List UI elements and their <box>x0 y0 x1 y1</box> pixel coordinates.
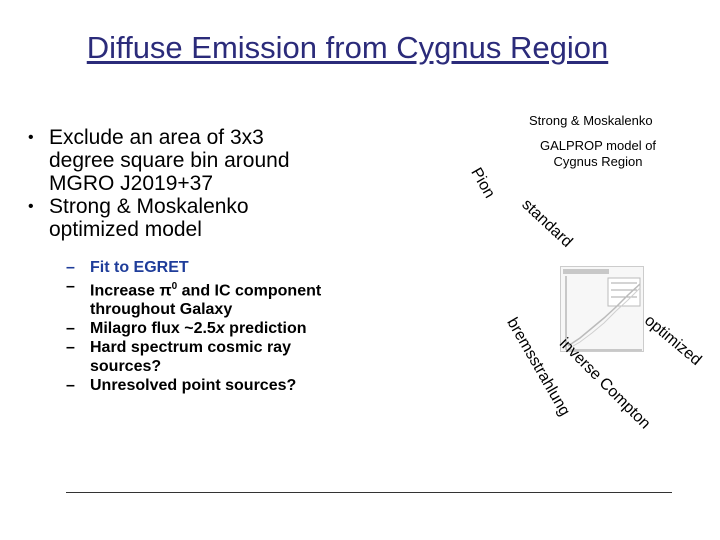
sub-bullet-text: Milagro flux ~2.5 <box>90 320 216 338</box>
sub-bullet-text: Fit to EGRET <box>90 259 189 276</box>
dash-icon: – <box>66 320 75 338</box>
sub-bullet-item: – Fit to EGRET <box>66 258 336 277</box>
sub-bullet-text: Increase π <box>90 282 172 300</box>
dash-icon: – <box>66 259 75 276</box>
italic-x: x <box>215 320 225 338</box>
bullet-dot-icon: • <box>28 198 34 215</box>
sub-bullet-item: – Hard spectrum cosmic ray sources? <box>66 338 336 376</box>
bullet-text: Exclude an area of 3x3 degree square bin… <box>49 126 290 195</box>
label-optimized: optimized <box>641 312 705 370</box>
sub-bullet-item: – Milagro flux ~2.5x prediction <box>66 319 336 338</box>
bullet-item: • Strong & Moskalenko optimized model <box>24 195 324 241</box>
dash-icon: – <box>66 339 75 357</box>
bullet-dot-icon: • <box>28 129 34 146</box>
bullet-text: Strong & Moskalenko optimized model <box>49 195 249 241</box>
bullet-list: • Exclude an area of 3x3 degree square b… <box>24 126 324 241</box>
label-standard: standard <box>518 196 576 251</box>
sub-bullet-item: – Increase π0 and IC component throughou… <box>66 277 336 319</box>
figure-caption: GALPROP model of Cygnus Region <box>539 138 657 169</box>
sub-bullet-text: Hard spectrum cosmic ray sources? <box>90 339 291 376</box>
sub-bullet-list: – Fit to EGRET – Increase π0 and IC comp… <box>66 258 336 395</box>
bullet-item: • Exclude an area of 3x3 degree square b… <box>24 126 324 195</box>
dash-icon: – <box>66 377 75 395</box>
slide-title: Diffuse Emission from Cygnus Region <box>86 30 609 65</box>
sub-bullet-item: – Unresolved point sources? <box>66 376 336 395</box>
sub-bullet-text: prediction <box>224 320 307 338</box>
label-pion: Pion <box>467 165 499 202</box>
figure-reference: Strong & Moskalenko <box>529 113 653 128</box>
sub-bullet-text: Unresolved point sources? <box>90 377 297 395</box>
dash-icon: – <box>66 278 75 295</box>
footer-divider <box>66 492 672 493</box>
